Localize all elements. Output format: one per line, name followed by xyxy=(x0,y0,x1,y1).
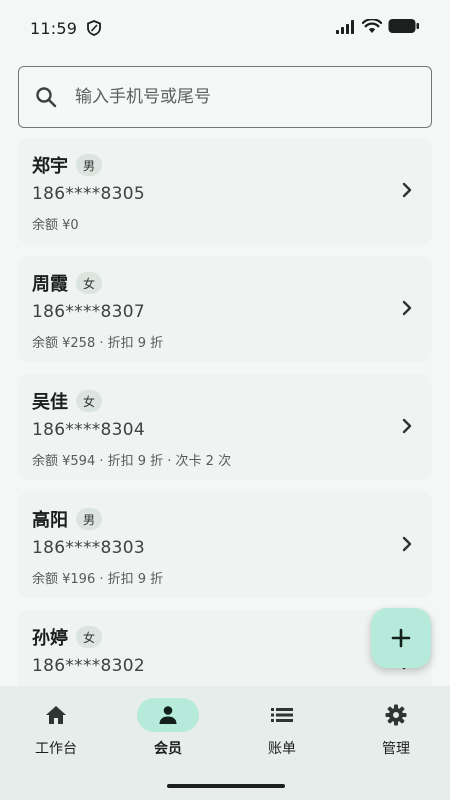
gender-badge: 女 xyxy=(76,390,102,412)
nav-item-manage[interactable]: 管理 xyxy=(340,698,450,758)
chevron-right-icon xyxy=(402,300,412,316)
add-member-button[interactable] xyxy=(371,608,431,668)
gender-badge: 女 xyxy=(76,626,102,648)
gender-badge: 男 xyxy=(76,508,102,530)
gender-badge: 女 xyxy=(76,272,102,294)
chevron-right-icon xyxy=(402,418,412,434)
member-detail: 余额 ¥0 xyxy=(32,218,79,233)
nav-label: 管理 xyxy=(382,741,410,757)
search-icon xyxy=(33,84,59,110)
chevron-right-icon xyxy=(402,182,412,198)
member-detail: 余额 ¥594 · 折扣 9 折 · 次卡 2 次 xyxy=(32,454,232,469)
nav-pill xyxy=(25,698,87,732)
member-detail: 余额 ¥258 · 折扣 9 折 xyxy=(32,336,164,351)
nav-item-members[interactable]: 会员 xyxy=(112,698,224,758)
member-phone: 186****8302 xyxy=(32,656,146,676)
status-time: 11:59 xyxy=(30,18,78,38)
wifi-icon xyxy=(361,17,383,38)
nav-label: 工作台 xyxy=(35,741,77,757)
nav-pill xyxy=(137,698,199,732)
list-icon xyxy=(271,708,293,722)
home-icon xyxy=(46,706,66,724)
member-name-row: 周霞 女 xyxy=(32,270,102,296)
gender-badge: 男 xyxy=(76,154,102,176)
member-name-row: 吴佳 女 xyxy=(32,388,102,414)
shield-icon xyxy=(87,20,102,36)
member-card[interactable]: 吴佳 女 186****8304 余额 ¥594 · 折扣 9 折 · 次卡 2… xyxy=(18,374,432,480)
member-name: 郑宇 xyxy=(32,156,68,177)
search-box[interactable] xyxy=(18,66,432,128)
nav-item-bills[interactable]: 账单 xyxy=(226,698,338,758)
member-phone: 186****8304 xyxy=(32,420,146,440)
member-card[interactable]: 高阳 男 186****8303 余额 ¥196 · 折扣 9 折 xyxy=(18,492,432,598)
nav-pill xyxy=(365,698,427,732)
member-phone: 186****8305 xyxy=(32,184,146,204)
nav-label: 会员 xyxy=(154,741,182,757)
member-card[interactable]: 周霞 女 186****8307 余额 ¥258 · 折扣 9 折 xyxy=(18,256,432,362)
member-name: 周霞 xyxy=(32,274,68,295)
member-name: 吴佳 xyxy=(32,392,68,413)
signal-icon xyxy=(336,19,356,38)
person-icon xyxy=(159,706,177,724)
member-name: 孙婷 xyxy=(32,628,68,649)
status-bar: 11:59 xyxy=(0,0,450,56)
home-indicator xyxy=(167,784,285,788)
member-detail: 余额 ¥196 · 折扣 9 折 xyxy=(32,572,164,587)
nav-label: 账单 xyxy=(268,741,296,757)
member-name-row: 高阳 男 xyxy=(32,506,102,532)
gear-icon xyxy=(385,704,407,726)
member-name: 高阳 xyxy=(32,510,68,531)
member-phone: 186****8303 xyxy=(32,538,146,558)
plus-icon xyxy=(391,628,411,648)
member-name-row: 孙婷 女 xyxy=(32,624,102,650)
chevron-right-icon xyxy=(402,536,412,552)
nav-item-workbench[interactable]: 工作台 xyxy=(0,698,112,758)
member-phone: 186****8307 xyxy=(32,302,146,322)
search-input[interactable] xyxy=(75,87,395,107)
nav-pill xyxy=(251,698,313,732)
member-card[interactable]: 郑宇 男 186****8305 余额 ¥0 xyxy=(18,138,432,244)
battery-icon xyxy=(388,18,420,38)
member-name-row: 郑宇 男 xyxy=(32,152,102,178)
bottom-nav: 工作台 会员 账单 管理 xyxy=(0,686,450,800)
